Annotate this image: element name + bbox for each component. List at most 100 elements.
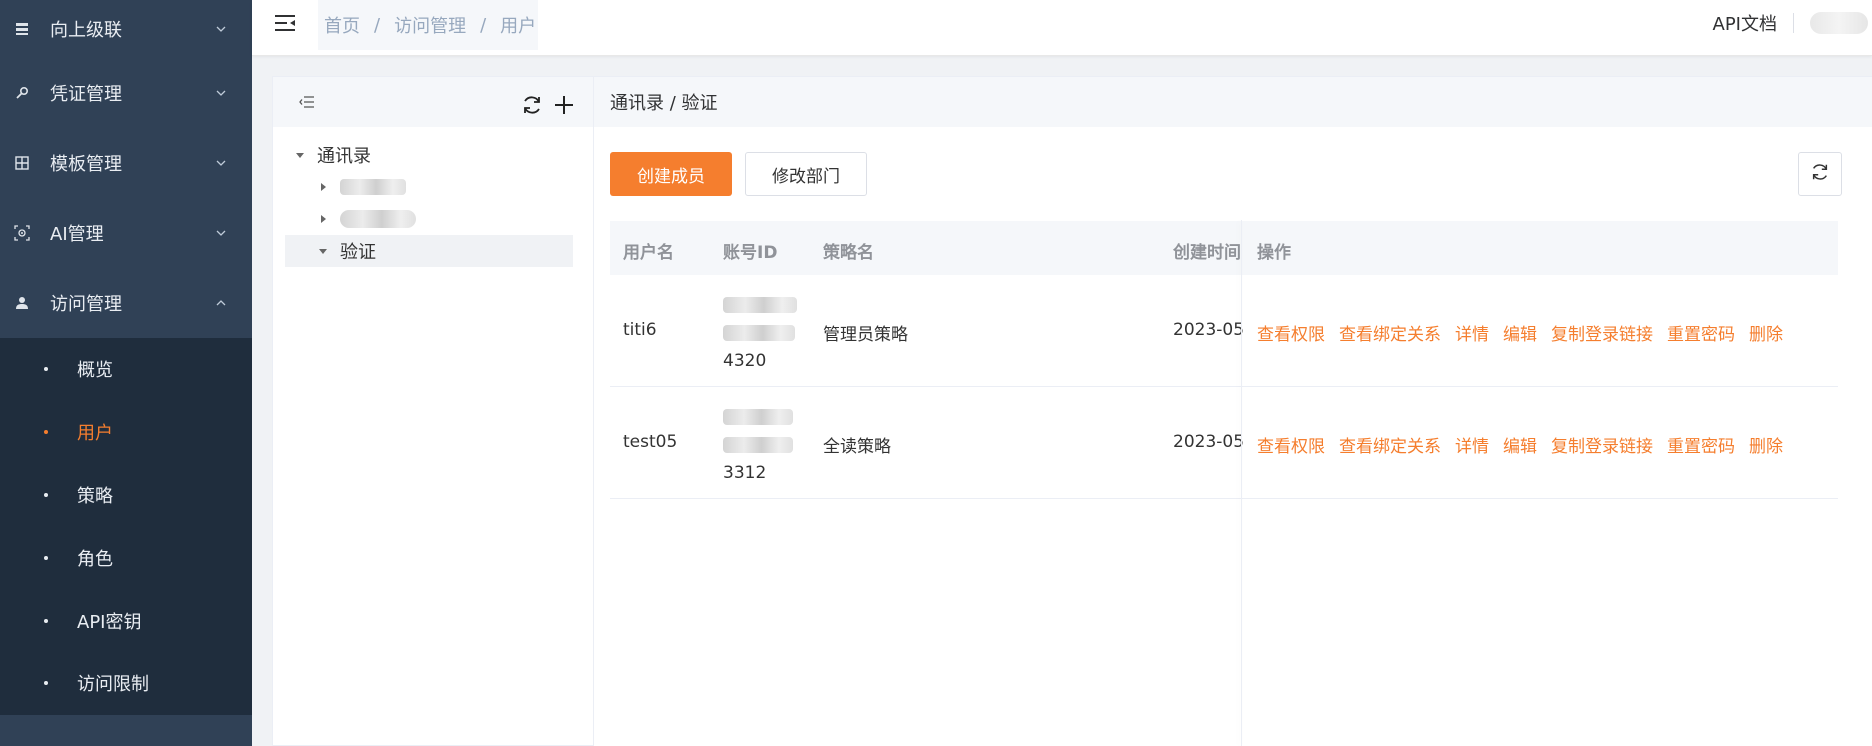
copy-login-link[interactable]: 复制登录链接 <box>1551 432 1653 457</box>
reset-password-link[interactable]: 重置密码 <box>1667 320 1735 345</box>
operations-cell: 查看权限 查看绑定关系 详情 编辑 复制登录链接 重置密码 删除 <box>1257 320 1797 345</box>
api-docs-link[interactable]: API文档 <box>1713 10 1777 36</box>
sidebar-item-ai[interactable]: AI管理 <box>0 198 252 268</box>
policy-cell: 全读策略 <box>823 437 891 457</box>
edit-link[interactable]: 编辑 <box>1503 320 1537 345</box>
redacted-account-id <box>723 437 793 453</box>
bullet-icon <box>44 492 48 497</box>
access-submenu: 概览 用户 策略 角色 API密钥 访问限制 <box>0 338 252 715</box>
account-id-tail: 3312 <box>723 463 767 483</box>
sidebar-subitem-label: 策略 <box>77 485 113 507</box>
column-header-username: 用户名 <box>623 243 674 263</box>
redacted-account-id <box>723 325 795 341</box>
create-member-button[interactable]: 创建成员 <box>610 152 732 196</box>
tree-node-verify[interactable]: 验证 <box>285 235 573 267</box>
delete-link[interactable]: 删除 <box>1749 432 1783 457</box>
sidebar-item-label: 模板管理 <box>50 154 122 175</box>
breadcrumb-home[interactable]: 首页 <box>324 12 360 38</box>
chevron-down-icon <box>216 24 226 34</box>
sidebar-next-item[interactable] <box>0 716 252 746</box>
ai-icon <box>14 225 30 241</box>
user-list-panel: 通讯录 / 验证 创建成员 修改部门 用户名 账号ID 策略名 创建时间 操作 … <box>594 76 1872 746</box>
bullet-icon <box>44 367 48 372</box>
sidebar: 向上级联 凭证管理 模板管理 AI管理 访问管理 概览 用户 策略 角色 API… <box>0 0 252 746</box>
sidebar-subitem-label: 访问限制 <box>77 674 149 696</box>
sidebar-subitem-access-limits[interactable]: 访问限制 <box>0 652 252 715</box>
details-link[interactable]: 详情 <box>1455 432 1489 457</box>
plus-icon[interactable] <box>553 94 575 116</box>
column-header-policy: 策略名 <box>823 243 874 263</box>
avatar[interactable] <box>1810 12 1868 34</box>
sidebar-item-upward-cascade[interactable]: 向上级联 <box>0 0 252 58</box>
tree-node-redacted-2[interactable] <box>273 203 593 235</box>
user-icon <box>14 295 30 311</box>
account-id-cell: 3312 <box>723 403 803 487</box>
table-row: titi6 4320 管理员策略 2023-05 查看权限 查看绑定关系 详情 … <box>610 275 1838 387</box>
created-time-cell: 2023-05 <box>1173 320 1243 340</box>
sidebar-subitem-overview[interactable]: 概览 <box>0 338 252 401</box>
details-link[interactable]: 详情 <box>1455 320 1489 345</box>
edit-department-button[interactable]: 修改部门 <box>745 152 867 196</box>
sidebar-item-templates[interactable]: 模板管理 <box>0 128 252 198</box>
caret-right-icon[interactable] <box>318 182 328 192</box>
delete-link[interactable]: 删除 <box>1749 320 1783 345</box>
table-header: 用户名 账号ID 策略名 创建时间 操作 <box>610 221 1838 275</box>
users-table: 用户名 账号ID 策略名 创建时间 操作 titi6 4320 管理员策略 20… <box>610 221 1838 499</box>
operations-cell: 查看权限 查看绑定关系 详情 编辑 复制登录链接 重置密码 删除 <box>1257 432 1797 457</box>
copy-login-link[interactable]: 复制登录链接 <box>1551 320 1653 345</box>
toolbar: 创建成员 修改部门 <box>610 152 867 196</box>
org-tree-panel: 通讯录 验证 <box>272 76 594 746</box>
view-permissions-link[interactable]: 查看权限 <box>1257 432 1325 457</box>
org-tree: 通讯录 验证 <box>273 127 593 267</box>
caret-down-icon[interactable] <box>295 150 305 160</box>
breadcrumb: 首页 / 访问管理 / 用户 <box>324 12 536 38</box>
grid-icon <box>14 155 30 171</box>
redacted-label <box>340 210 416 228</box>
view-bindings-link[interactable]: 查看绑定关系 <box>1339 432 1441 457</box>
view-permissions-link[interactable]: 查看权限 <box>1257 320 1325 345</box>
bullet-icon <box>44 555 48 560</box>
sidebar-item-label: 向上级联 <box>50 20 122 41</box>
policy-cell: 管理员策略 <box>823 325 908 345</box>
sidebar-subitem-users[interactable]: 用户 <box>0 401 252 464</box>
account-id-cell: 4320 <box>723 291 803 375</box>
tree-node-label: 验证 <box>340 242 376 263</box>
reset-password-link[interactable]: 重置密码 <box>1667 432 1735 457</box>
created-time-cell: 2023-05 <box>1173 432 1243 452</box>
bullet-icon <box>44 618 48 623</box>
tree-node-redacted-1[interactable] <box>273 171 593 203</box>
edit-link[interactable]: 编辑 <box>1503 432 1537 457</box>
sidebar-subitem-roles[interactable]: 角色 <box>0 526 252 589</box>
view-bindings-link[interactable]: 查看绑定关系 <box>1339 320 1441 345</box>
chevron-up-icon <box>216 298 226 308</box>
chevron-down-icon <box>216 228 226 238</box>
sidebar-subitem-api-keys[interactable]: API密钥 <box>0 589 252 652</box>
menu-toggle-icon[interactable] <box>274 14 298 34</box>
top-navbar: 首页 / 访问管理 / 用户 API文档 <box>252 0 1872 56</box>
caret-right-icon[interactable] <box>318 214 328 224</box>
department-path: 通讯录 / 验证 <box>594 77 1872 127</box>
sidebar-item-label: 访问管理 <box>50 294 122 315</box>
redacted-account-id <box>723 297 797 313</box>
refresh-icon[interactable] <box>521 94 543 116</box>
refresh-table-button[interactable] <box>1798 152 1842 196</box>
username-cell: titi6 <box>623 320 657 340</box>
sidebar-item-credentials[interactable]: 凭证管理 <box>0 58 252 128</box>
tree-toolbar <box>273 77 593 127</box>
divider <box>1793 13 1794 33</box>
chevron-down-icon <box>216 158 226 168</box>
sidebar-subitem-policies[interactable]: 策略 <box>0 464 252 527</box>
username-cell: test05 <box>623 432 678 452</box>
collapse-icon[interactable] <box>299 94 315 108</box>
sidebar-subitem-label: 角色 <box>77 548 113 570</box>
table-row: test05 3312 全读策略 2023-05 查看权限 查看绑定关系 详情 … <box>610 387 1838 499</box>
caret-down-icon[interactable] <box>318 246 328 256</box>
account-id-tail: 4320 <box>723 351 767 371</box>
column-header-account-id: 账号ID <box>723 243 778 263</box>
fixed-column-divider <box>1241 220 1242 746</box>
sidebar-item-access-management[interactable]: 访问管理 <box>0 268 252 338</box>
redacted-label <box>340 179 406 195</box>
breadcrumb-access-management[interactable]: 访问管理 <box>394 12 466 38</box>
tree-node-root[interactable]: 通讯录 <box>273 139 593 171</box>
chevron-down-icon <box>216 88 226 98</box>
